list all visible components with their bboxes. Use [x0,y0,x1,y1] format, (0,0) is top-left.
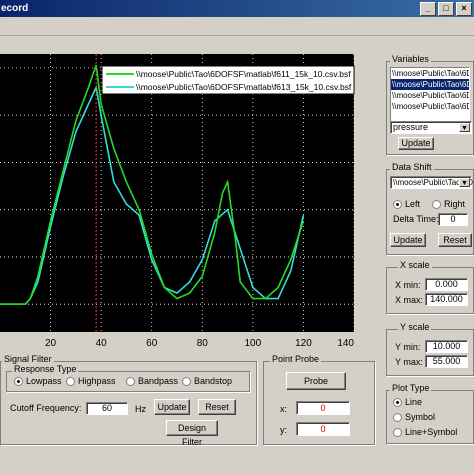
menu-bar [0,17,474,36]
chevron-down-icon[interactable]: ▼ [459,178,470,187]
lowpass-radio[interactable] [14,377,23,386]
probe-x-value: 0 [296,401,350,415]
list-item[interactable]: \\moose\Public\Tao\6DO [391,101,469,112]
bandstop-label: Bandstop [194,376,233,386]
delta-time-input[interactable]: 0 [438,213,468,226]
y-max-label: Y max: [395,357,423,367]
plot-background [0,54,354,332]
cutoff-unit-label: Hz [135,404,146,414]
bandstop-radio[interactable] [182,377,191,386]
title-bar: ecord _ □ × [0,0,474,17]
cutoff-frequency-label: Cutoff Frequency: [10,403,82,413]
plot-area[interactable]: 20 40 60 80 100 120 140 \\moose\Public\Tao\6DO… [0,54,358,352]
data-shift-title: Data Shift [390,162,434,172]
x-tick-label: 100 [245,338,262,349]
legend-label-series-2: \\moose\Public\Tao\6DOFSF\matlab\f613_15… [136,82,352,92]
variables-list[interactable]: \\moose\Public\Tao\6DO \\moose\Public\Ta… [390,67,470,123]
shift-left-radio[interactable] [393,200,402,209]
shift-right-label: Right [444,199,466,209]
maximize-button[interactable]: □ [438,2,454,16]
signal-filter-title: Signal Filter [2,354,54,364]
filter-update-button[interactable]: Update [154,399,190,415]
x-tick-label: 60 [146,338,158,349]
plot-type-title: Plot Type [390,383,432,393]
cutoff-frequency-input[interactable]: 60 [86,402,128,415]
window-title: ecord [1,3,29,14]
data-shift-reset-button[interactable]: Reset [438,233,472,247]
x-min-input[interactable]: 0.000 [425,278,468,291]
x-max-input[interactable]: 140.000 [425,293,468,306]
legend-label-series-1: \\moose\Public\Tao\6DOFSF\matlab\f611_15… [136,69,351,79]
line-chart: 20 40 60 80 100 120 140 \\moose\Public\Tao\6DO… [0,54,355,349]
plot-type-line-symbol-radio[interactable] [393,428,402,437]
highpass-radio[interactable] [66,377,75,386]
plot-type-symbol-label: Symbol [405,412,436,422]
y-max-input[interactable]: 55.000 [425,355,468,368]
x-tick-label: 80 [197,338,209,349]
x-tick-label: 20 [45,338,57,349]
plot-type-symbol-radio[interactable] [393,413,402,422]
x-max-label: X max: [395,295,424,305]
shift-left-label: Left [405,199,421,209]
list-item[interactable]: \\moose\Public\Tao\6DO [391,90,469,101]
x-tick-label: 120 [295,338,312,349]
probe-button[interactable]: Probe [286,372,346,390]
probe-x-label: x: [280,404,288,414]
lowpass-label: Lowpass [26,376,62,386]
probe-y-label: y: [280,425,288,435]
response-type-title: Response Type [12,364,79,374]
x-scale-title: X scale [398,260,432,270]
minimize-button[interactable]: _ [420,2,436,16]
y-scale-title: Y scale [398,322,432,332]
bandpass-radio[interactable] [126,377,135,386]
variable-select-value: pressure [393,122,429,132]
data-shift-select[interactable]: \\moose\Public\Tao\6D... ▼ [390,176,474,189]
x-min-label: X min: [395,280,421,290]
close-button[interactable]: × [456,2,472,16]
point-probe-title: Point Probe [270,354,322,364]
variables-update-button[interactable]: Update [398,137,434,150]
plot-type-line-radio[interactable] [393,398,402,407]
highpass-label: Highpass [78,376,116,386]
list-item[interactable]: \\moose\Public\Tao\6DO [391,68,469,79]
y-min-input[interactable]: 10.000 [425,340,468,353]
delta-time-label: Delta Time: [393,214,439,224]
x-tick-label: 140 [337,338,354,349]
list-item[interactable]: \\moose\Public\Tao\6DO [391,79,469,90]
plot-type-line-label: Line [405,397,423,407]
filter-reset-button[interactable]: Reset [198,399,236,415]
design-filter-button[interactable]: Design Filter [166,420,218,447]
x-tick-label: 40 [96,338,108,349]
variable-select[interactable]: pressure ▼ [390,121,472,134]
probe-y-value: 0 [296,422,350,436]
y-min-label: Y min: [395,342,421,352]
shift-right-radio[interactable] [432,200,441,209]
data-shift-update-button[interactable]: Update [390,233,426,247]
plot-type-line-symbol-label: Line+Symbol [405,427,458,437]
bandpass-label: Bandpass [138,376,179,386]
variables-title: Variables [390,54,431,64]
chevron-down-icon[interactable]: ▼ [459,123,470,132]
